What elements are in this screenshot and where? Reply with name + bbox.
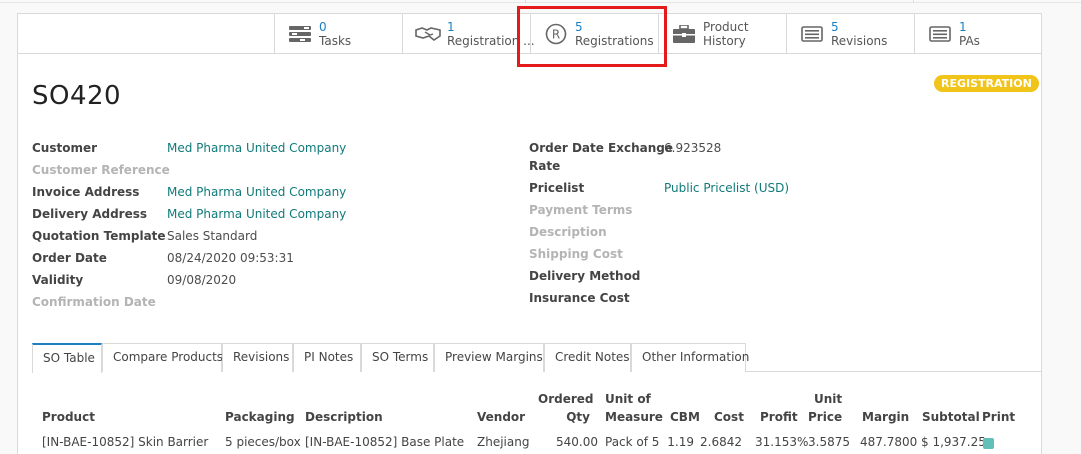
status-badge: REGISTRATION <box>934 75 1039 92</box>
tab-pi-notes[interactable]: PI Notes <box>293 343 361 372</box>
record-title: SO420 <box>32 81 122 111</box>
top-bar <box>0 0 1081 3</box>
pas-count: 1 <box>959 20 967 34</box>
customer-label: Customer <box>32 141 98 155</box>
print-checkbox[interactable] <box>983 438 994 449</box>
cell-margin: 487.7800 <box>860 435 918 449</box>
tasks-label: Tasks <box>319 34 352 48</box>
validity-label: Validity <box>32 273 84 287</box>
order-date-label: Order Date <box>32 251 107 265</box>
validity-value: 09/08/2020 <box>167 273 237 287</box>
tab-so-terms[interactable]: SO Terms <box>361 343 434 372</box>
description-label: Description <box>529 225 607 239</box>
shipping-cost-label: Shipping Cost <box>529 247 623 261</box>
col-margin[interactable]: Margin <box>862 408 909 426</box>
customer-reference-label: Customer Reference <box>32 163 170 177</box>
pricelist-label: Pricelist <box>529 181 585 195</box>
pricelist-link[interactable]: Public Pricelist (USD) <box>664 179 789 197</box>
cell-subtotal: $ 1,937.25 <box>921 435 986 449</box>
col-unit-price-2[interactable]: Price <box>808 408 842 426</box>
tab-revisions[interactable]: Revisions <box>222 343 293 372</box>
insurance-cost-label: Insurance Cost <box>529 291 630 305</box>
tab-compare-products[interactable]: Compare Products <box>102 343 223 372</box>
divider <box>913 0 914 3</box>
notebook-tabs: SO Table Compare Products Revisions PI N… <box>32 343 1041 373</box>
revisions-count: 5 <box>831 20 839 34</box>
highlight-box <box>517 6 667 67</box>
delivery-address-label: Delivery Address <box>32 207 148 221</box>
cell-cbm: 1.19 <box>667 435 694 449</box>
divider <box>525 0 526 3</box>
col-uom-2[interactable]: Measure <box>605 408 663 426</box>
revisions-button[interactable]: 5 Revisions <box>786 14 914 54</box>
briefcase-icon <box>671 23 697 45</box>
cell-unit-price: 3.5875 <box>808 435 850 449</box>
pas-button[interactable]: 1 PAs <box>914 14 1041 54</box>
tab-preview-margins[interactable]: Preview Margins <box>434 343 544 372</box>
col-profit[interactable]: Profit <box>760 408 798 426</box>
col-description[interactable]: Description <box>305 408 383 426</box>
cell-vendor: Zhejiang <box>477 435 530 449</box>
col-unit-price[interactable]: Unit <box>814 390 842 408</box>
invoice-address-label: Invoice Address <box>32 185 140 199</box>
col-uom[interactable]: Unit of <box>605 390 651 408</box>
delivery-address-link[interactable]: Med Pharma United Company <box>167 205 346 223</box>
customer-link[interactable]: Med Pharma United Company <box>167 139 346 157</box>
payment-terms-label: Payment Terms <box>529 203 633 217</box>
product-history-button[interactable]: Product History <box>658 14 786 54</box>
col-cost[interactable]: Cost <box>714 408 744 426</box>
col-subtotal[interactable]: Subtotal <box>922 408 980 426</box>
cell-packaging: 5 pieces/box <box>225 435 301 449</box>
delivery-method-label: Delivery Method <box>529 269 641 283</box>
cell-ordered-qty: 540.00 <box>556 435 598 449</box>
tab-credit-notes[interactable]: Credit Notes <box>544 343 631 372</box>
confirmation-date-label: Confirmation Date <box>32 295 156 309</box>
col-vendor[interactable]: Vendor <box>477 408 525 426</box>
tab-so-table[interactable]: SO Table <box>32 343 102 373</box>
exchange-rate-label-2: Rate <box>529 159 561 173</box>
col-product[interactable]: Product <box>42 408 95 426</box>
cell-uom: Pack of 5 <box>605 435 660 449</box>
cell-cost: 2.6842 <box>700 435 742 449</box>
cell-profit: 31.153% <box>755 435 809 449</box>
tasks-icon <box>287 23 313 45</box>
col-cbm[interactable]: CBM <box>670 408 700 426</box>
handshake-icon <box>415 23 441 45</box>
col-ordered-qty[interactable]: Ordered <box>538 390 594 408</box>
tab-other-information[interactable]: Other Information <box>631 343 749 372</box>
quotation-template-value: Sales Standard <box>167 229 258 243</box>
col-packaging[interactable]: Packaging <box>225 408 295 426</box>
tasks-count: 0 <box>319 20 327 34</box>
revisions-label: Revisions <box>831 34 888 48</box>
tasks-button[interactable]: 0 Tasks <box>274 14 402 54</box>
invoice-address-link[interactable]: Med Pharma United Company <box>167 183 346 201</box>
order-date-value: 08/24/2020 09:53:31 <box>167 251 294 265</box>
product-history-label: Product <box>703 20 749 34</box>
cell-description: [IN-BAE-10852] Base Plate <box>305 435 465 449</box>
col-ordered-qty-2[interactable]: Qty <box>538 408 590 426</box>
quotation-template-label: Quotation Template <box>32 229 166 243</box>
list-icon <box>927 23 953 45</box>
registration-button[interactable]: 1 Registration ... <box>402 14 535 54</box>
exchange-rate-value: 6.923528 <box>664 141 722 155</box>
product-history-label-2: History <box>703 34 746 48</box>
form-sheet: 0 Tasks 1 Registration ... R 5 Registration… <box>17 13 1042 454</box>
col-print[interactable]: Print <box>982 408 1015 426</box>
list-icon <box>799 23 825 45</box>
cell-product: [IN-BAE-10852] Skin Barrier <box>42 435 209 449</box>
exchange-rate-label: Order Date Exchange <box>529 141 674 155</box>
pas-label: PAs <box>959 34 980 48</box>
